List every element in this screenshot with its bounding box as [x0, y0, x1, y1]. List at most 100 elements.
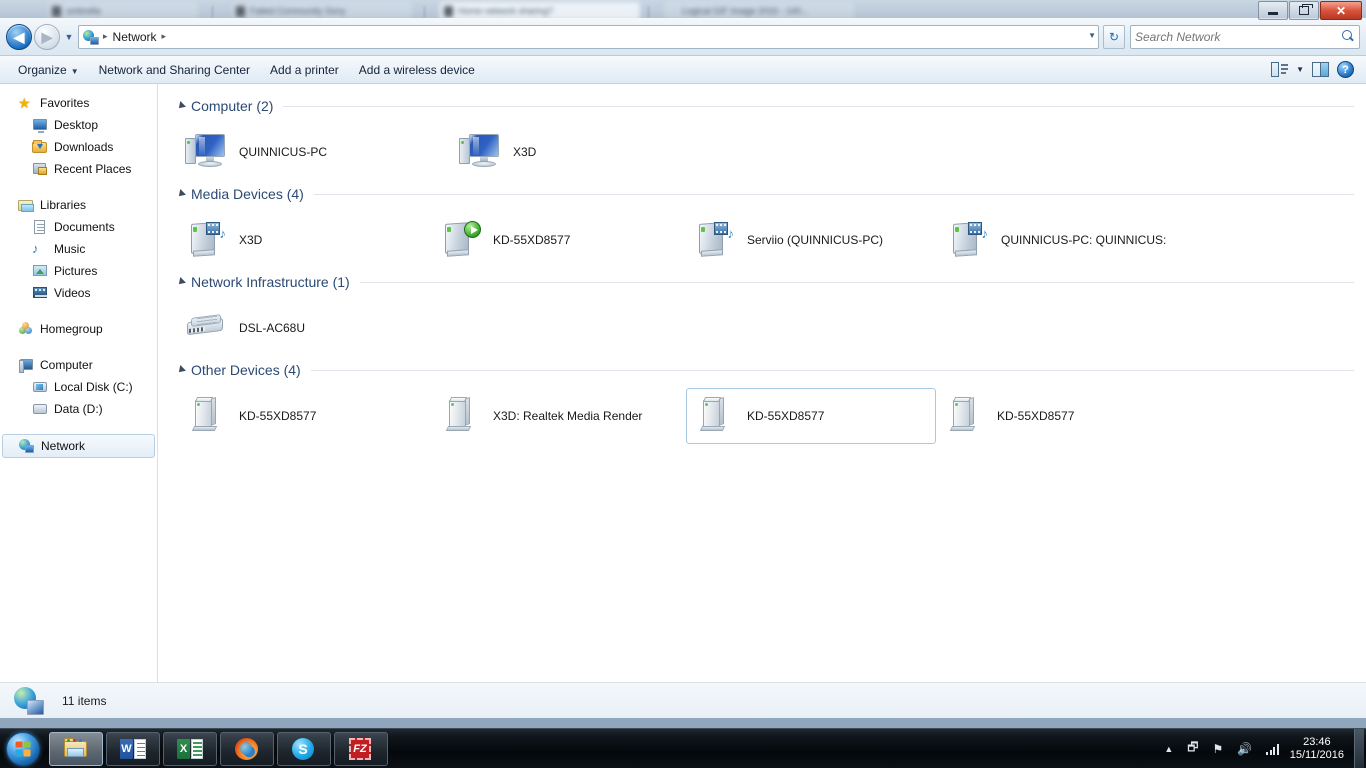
- add-wireless-device-button[interactable]: Add a wireless device: [349, 59, 485, 81]
- group-header-network-infrastructure[interactable]: Network Infrastructure (1): [176, 270, 1354, 294]
- add-printer-button[interactable]: Add a printer: [260, 59, 349, 81]
- computer-icon: [18, 357, 34, 373]
- device-label: QUINNICUS-PC: [239, 145, 328, 159]
- taskbar-firefox[interactable]: [220, 731, 274, 766]
- start-button[interactable]: [0, 730, 46, 768]
- network-sharing-center-button[interactable]: Network and Sharing Center: [89, 59, 260, 81]
- videos-icon: [32, 285, 48, 301]
- sidebar-label: Documents: [54, 220, 115, 234]
- forward-button[interactable]: ▶: [34, 23, 60, 50]
- libraries-icon: [18, 197, 34, 213]
- file-list-pane[interactable]: Computer (2) QUINNICUS-PC X3D Media Devi…: [158, 84, 1366, 682]
- history-dropdown-button[interactable]: ▼: [62, 32, 76, 42]
- volume-icon[interactable]: 🔊: [1237, 742, 1252, 756]
- search-box[interactable]: [1130, 24, 1360, 49]
- organize-label: Organize: [18, 62, 67, 77]
- change-view-icon[interactable]: [1271, 62, 1289, 77]
- organize-button[interactable]: Organize ▼: [8, 59, 89, 81]
- device-label: KD-55XD8577: [747, 409, 825, 423]
- close-button[interactable]: ✕: [1320, 1, 1362, 20]
- sidebar-item-desktop[interactable]: Desktop: [0, 114, 157, 136]
- clock[interactable]: 23:46 15/11/2016: [1290, 736, 1344, 762]
- device-tile[interactable]: DSL-AC68U: [178, 300, 432, 356]
- device-label: X3D: [239, 233, 263, 247]
- view-dropdown-icon[interactable]: ▼: [1296, 65, 1304, 74]
- minimize-button[interactable]: [1258, 1, 1288, 20]
- breadcrumb-network[interactable]: Network: [110, 30, 160, 44]
- refresh-button[interactable]: ↻: [1103, 24, 1125, 49]
- star-icon: ★: [18, 95, 31, 111]
- collapse-triangle-icon[interactable]: [176, 189, 186, 199]
- devices-icon[interactable]: 🗗: [1187, 738, 1198, 759]
- group-title: Other Devices (4): [191, 362, 301, 378]
- sidebar-item-downloads[interactable]: Downloads: [0, 136, 157, 158]
- sidebar-item-music[interactable]: ♪ Music: [0, 238, 157, 260]
- desktop-icon: [32, 117, 48, 133]
- taskbar-skype[interactable]: [277, 731, 331, 766]
- device-tile[interactable]: X3D: Realtek Media Render: [432, 388, 686, 444]
- collapse-triangle-icon[interactable]: [176, 365, 186, 375]
- help-icon[interactable]: ?: [1337, 61, 1354, 78]
- data-disk-icon: [32, 401, 48, 417]
- clock-date: 15/11/2016: [1289, 748, 1344, 761]
- sidebar-item-data-disk[interactable]: Data (D:): [0, 398, 157, 420]
- device-tile[interactable]: KD-55XD8577: [178, 388, 432, 444]
- taskbar-microsoft-excel[interactable]: X: [163, 731, 217, 766]
- group-header-other-devices[interactable]: Other Devices (4): [176, 358, 1354, 382]
- group-header-media-devices[interactable]: Media Devices (4): [176, 182, 1354, 206]
- device-tile-selected[interactable]: KD-55XD8577: [686, 388, 936, 444]
- play-badge-icon: [464, 221, 481, 238]
- background-tab-title: Logical GIF Image 2016 - 140...: [682, 6, 809, 16]
- taskbar-filezilla[interactable]: [334, 731, 388, 766]
- sidebar-label: Pictures: [54, 264, 98, 278]
- sidebar-item-network[interactable]: Network: [2, 434, 155, 458]
- taskbar-windows-explorer[interactable]: [49, 731, 103, 766]
- device-tile[interactable]: X3D: [452, 124, 702, 180]
- back-button[interactable]: ◀: [6, 23, 32, 50]
- sidebar-item-favorites[interactable]: ★ Favorites: [0, 92, 157, 114]
- taskbar: W X ▲ 🗗 ⚑ 🔊 23:46 15/11/2016: [0, 728, 1366, 768]
- sidebar-item-pictures[interactable]: Pictures: [0, 260, 157, 282]
- sidebar-item-local-disk[interactable]: Local Disk (C:): [0, 376, 157, 398]
- device-tile[interactable]: ♪ QUINNICUS-PC: QUINNICUS:: [940, 212, 1194, 268]
- maximize-button[interactable]: [1289, 1, 1319, 20]
- show-hidden-icons-button[interactable]: ▲: [1164, 744, 1173, 754]
- taskbar-microsoft-word[interactable]: W: [106, 731, 160, 766]
- back-arrow-icon: ◀: [13, 28, 25, 45]
- sidebar-item-homegroup[interactable]: Homegroup: [0, 318, 157, 340]
- group-header-computer[interactable]: Computer (2): [176, 94, 1354, 118]
- search-input[interactable]: [1135, 29, 1342, 44]
- breadcrumb-separator[interactable]: ▸: [160, 31, 169, 42]
- explorer-window: ◀ ▶ ▼ ▸ Network ▸ ▼ ↻ Organize▼: [0, 18, 1366, 718]
- computer-icon: [459, 132, 503, 172]
- action-center-flag-icon[interactable]: ⚑: [1213, 742, 1224, 756]
- sidebar-item-videos[interactable]: Videos: [0, 282, 157, 304]
- system-tray: ▲ 🗗 ⚑ 🔊 23:46 15/11/2016: [1157, 728, 1366, 768]
- sidebar-label: Computer: [40, 358, 93, 372]
- group-title: Network Infrastructure (1): [191, 274, 350, 290]
- router-icon: [185, 308, 229, 348]
- collapse-triangle-icon[interactable]: [176, 101, 186, 111]
- device-tile[interactable]: KD-55XD8577: [432, 212, 686, 268]
- tab-separator: [424, 6, 425, 18]
- sidebar-label: Downloads: [54, 140, 114, 154]
- sidebar-item-documents[interactable]: Documents: [0, 216, 157, 238]
- tab-favicon-icon: [236, 6, 245, 17]
- device-tile[interactable]: KD-55XD8577: [936, 388, 1190, 444]
- network-signal-icon[interactable]: [1266, 743, 1279, 755]
- sidebar-item-recent-places[interactable]: Recent Places: [0, 158, 157, 180]
- preview-pane-icon[interactable]: [1312, 62, 1329, 77]
- command-bar-right: ▼ ?: [1271, 61, 1358, 78]
- device-tile[interactable]: ♪ Serviio (QUINNICUS-PC): [686, 212, 940, 268]
- show-desktop-button[interactable]: [1354, 728, 1364, 768]
- collapse-triangle-icon[interactable]: [176, 277, 186, 287]
- address-dropdown-icon[interactable]: ▼: [1088, 31, 1096, 40]
- sidebar-item-computer[interactable]: Computer: [0, 354, 157, 376]
- sidebar-item-libraries[interactable]: Libraries: [0, 194, 157, 216]
- media-device-icon: ♪: [693, 220, 737, 260]
- device-tile[interactable]: QUINNICUS-PC: [178, 124, 452, 180]
- device-tile[interactable]: ♪ X3D: [178, 212, 432, 268]
- media-renderer-icon: [439, 220, 483, 260]
- breadcrumb-bar[interactable]: ▸ Network ▸ ▼: [78, 24, 1099, 49]
